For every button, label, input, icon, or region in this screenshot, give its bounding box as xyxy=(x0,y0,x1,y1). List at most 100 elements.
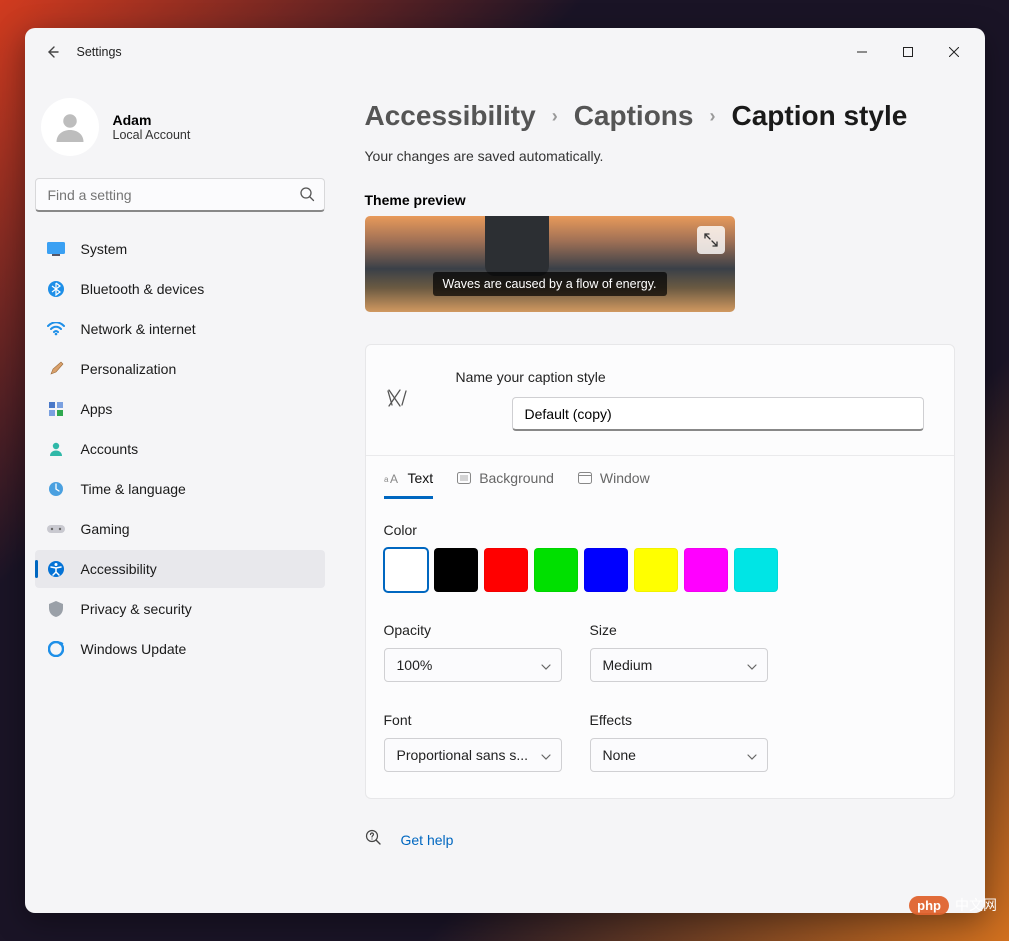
expand-preview-button[interactable] xyxy=(697,226,725,254)
sidebar-item-label: Apps xyxy=(81,401,113,417)
color-swatches xyxy=(384,548,936,592)
sidebar-item-label: Privacy & security xyxy=(81,601,192,617)
titlebar: Settings xyxy=(25,28,985,76)
minimize-button[interactable] xyxy=(839,36,885,68)
close-button[interactable] xyxy=(931,36,977,68)
name-label: Name your caption style xyxy=(434,369,924,385)
color-swatch-white[interactable] xyxy=(384,548,428,592)
window-controls xyxy=(839,36,977,68)
help-row: Get help xyxy=(365,829,955,850)
color-swatch-green[interactable] xyxy=(534,548,578,592)
maximize-button[interactable] xyxy=(885,36,931,68)
size-value: Medium xyxy=(603,657,653,673)
avatar xyxy=(41,98,99,156)
opacity-value: 100% xyxy=(397,657,433,673)
accounts-icon xyxy=(47,440,65,458)
brush-icon xyxy=(47,360,65,378)
sidebar-item-accessibility[interactable]: Accessibility xyxy=(35,550,325,588)
wifi-icon xyxy=(47,320,65,338)
window-title: Settings xyxy=(77,45,122,59)
sidebar-item-system[interactable]: System xyxy=(35,230,325,268)
opacity-select[interactable]: 100% xyxy=(384,648,562,682)
sidebar-item-label: Time & language xyxy=(81,481,186,497)
sidebar-item-privacy[interactable]: Privacy & security xyxy=(35,590,325,628)
color-swatch-cyan[interactable] xyxy=(734,548,778,592)
close-icon xyxy=(949,47,959,57)
window-icon xyxy=(578,472,592,484)
preview-caption-text: Waves are caused by a flow of energy. xyxy=(433,272,667,296)
settings-window: Settings Adam Local Account xyxy=(25,28,985,913)
chevron-down-icon xyxy=(747,657,757,673)
text-panel: Color Opacity xyxy=(366,500,954,798)
sidebar-item-label: Accessibility xyxy=(81,561,157,577)
watermark-text: 中文网 xyxy=(955,895,997,915)
theme-preview: Waves are caused by a flow of energy. xyxy=(365,216,735,312)
font-select[interactable]: Proportional sans s... xyxy=(384,738,562,772)
breadcrumb-captions[interactable]: Captions xyxy=(574,100,694,132)
effects-value: None xyxy=(603,747,636,763)
color-swatch-black[interactable] xyxy=(434,548,478,592)
search-input[interactable] xyxy=(35,178,325,212)
color-swatch-magenta[interactable] xyxy=(684,548,728,592)
sidebar-item-update[interactable]: Windows Update xyxy=(35,630,325,668)
sidebar-item-network[interactable]: Network & internet xyxy=(35,310,325,348)
color-swatch-yellow[interactable] xyxy=(634,548,678,592)
sidebar-item-apps[interactable]: Apps xyxy=(35,390,325,428)
accessibility-icon xyxy=(47,560,65,578)
tab-background[interactable]: Background xyxy=(457,470,554,499)
effects-select[interactable]: None xyxy=(590,738,768,772)
chevron-right-icon: › xyxy=(709,106,715,127)
minimize-icon xyxy=(857,47,867,57)
user-block[interactable]: Adam Local Account xyxy=(35,76,325,178)
color-swatch-blue[interactable] xyxy=(584,548,628,592)
update-icon xyxy=(47,640,65,658)
tab-label: Window xyxy=(600,470,650,486)
search-icon[interactable] xyxy=(299,186,315,207)
tab-window[interactable]: Window xyxy=(578,470,650,499)
svg-text:A: A xyxy=(390,472,398,484)
bluetooth-icon xyxy=(47,280,65,298)
maximize-icon xyxy=(903,47,913,57)
sidebar-item-label: Windows Update xyxy=(81,641,187,657)
caption-style-card: Name your caption style aA Text Backgrou… xyxy=(365,344,955,799)
watermark: php 中文网 xyxy=(909,895,997,915)
apps-icon xyxy=(47,400,65,418)
expand-icon xyxy=(704,233,718,247)
monitor-icon xyxy=(47,240,65,258)
font-value: Proportional sans s... xyxy=(397,747,529,763)
page-title: Caption style xyxy=(731,100,907,132)
sidebar-item-gaming[interactable]: Gaming xyxy=(35,510,325,548)
svg-text:a: a xyxy=(384,475,389,484)
globe-clock-icon xyxy=(47,480,65,498)
arrow-left-icon xyxy=(44,44,60,60)
tab-label: Background xyxy=(479,470,554,486)
sidebar-item-bluetooth[interactable]: Bluetooth & devices xyxy=(35,270,325,308)
theme-preview-title: Theme preview xyxy=(365,192,955,208)
sidebar-item-personalization[interactable]: Personalization xyxy=(35,350,325,388)
chevron-down-icon xyxy=(541,657,551,673)
content-area: Accessibility › Captions › Caption style… xyxy=(335,76,985,913)
sidebar-item-label: Personalization xyxy=(81,361,177,377)
breadcrumb-accessibility[interactable]: Accessibility xyxy=(365,100,536,132)
color-swatch-red[interactable] xyxy=(484,548,528,592)
tab-text[interactable]: aA Text xyxy=(384,470,434,499)
chevron-right-icon: › xyxy=(552,106,558,127)
caption-name-input[interactable] xyxy=(512,397,924,431)
color-label: Color xyxy=(384,522,936,538)
chevron-down-icon xyxy=(541,747,551,763)
sidebar-item-label: Gaming xyxy=(81,521,130,537)
user-name: Adam xyxy=(113,112,191,128)
style-tabs: aA Text Background Window xyxy=(366,456,954,500)
get-help-link[interactable]: Get help xyxy=(401,832,454,848)
nav-list: System Bluetooth & devices Network & int… xyxy=(35,230,325,668)
sidebar-item-accounts[interactable]: Accounts xyxy=(35,430,325,468)
breadcrumb: Accessibility › Captions › Caption style xyxy=(365,100,955,132)
size-select[interactable]: Medium xyxy=(590,648,768,682)
back-button[interactable] xyxy=(33,33,71,71)
sidebar-item-label: System xyxy=(81,241,128,257)
help-icon xyxy=(365,829,383,850)
sidebar-item-time[interactable]: Time & language xyxy=(35,470,325,508)
gamepad-icon xyxy=(47,520,65,538)
opacity-label: Opacity xyxy=(384,622,562,638)
search-box xyxy=(35,178,325,212)
